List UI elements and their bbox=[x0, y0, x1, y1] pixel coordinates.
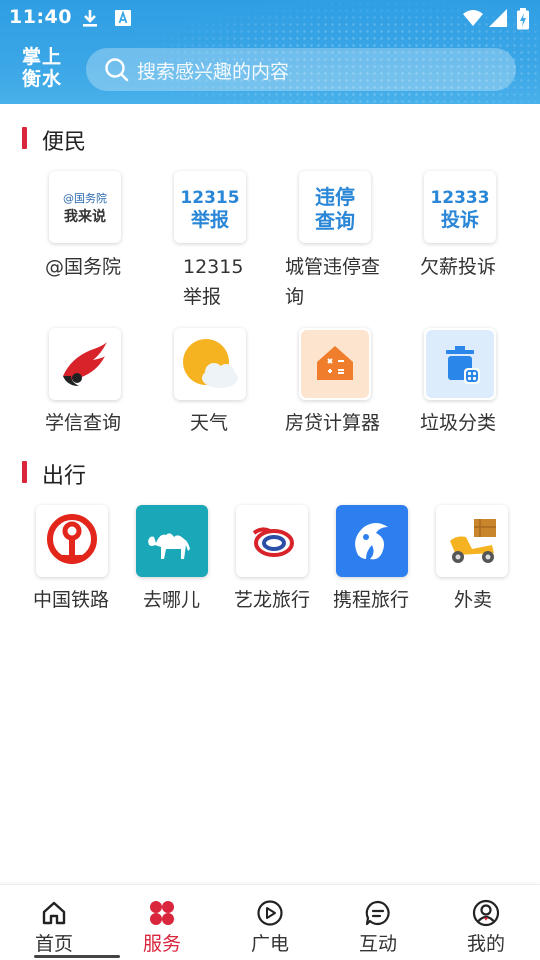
wage-complaint-tile[interactable]: 12333 投诉 bbox=[424, 171, 496, 243]
ctrip-dolphin-icon bbox=[336, 505, 408, 577]
svg-text:投诉: 投诉 bbox=[441, 208, 479, 231]
download-icon bbox=[83, 10, 97, 27]
wage-complaint-label[interactable]: 欠薪投诉 bbox=[420, 252, 496, 282]
app-header: 11:40 掌上 衡水 搜索感兴趣的内容 bbox=[0, 0, 540, 104]
home-indicator-bar bbox=[34, 955, 120, 958]
elong-tile[interactable] bbox=[236, 505, 308, 577]
parking-violation-tile[interactable]: 违停 查询 bbox=[299, 171, 371, 243]
garbage-sorting-label[interactable]: 垃圾分类 bbox=[420, 408, 496, 438]
svg-text:@国务院: @国务院 bbox=[63, 191, 107, 205]
section-accent-bar bbox=[22, 127, 27, 149]
china-railway-label[interactable]: 中国铁路 bbox=[33, 585, 109, 615]
guowuyuan-tile[interactable]: @国务院 我来说 bbox=[49, 171, 121, 243]
nav-broadcast[interactable]: 广电 bbox=[216, 885, 324, 960]
nav-home[interactable]: 首页 bbox=[0, 885, 108, 960]
china-railway-tile[interactable] bbox=[36, 505, 108, 577]
food-delivery-label[interactable]: 外卖 bbox=[454, 585, 492, 615]
xuexin-label[interactable]: 学信查询 bbox=[45, 408, 121, 438]
report-12315-icon: 12315 举报 bbox=[180, 188, 239, 231]
home-icon bbox=[42, 901, 66, 925]
mortgage-calculator-label[interactable]: 房贷计算器 bbox=[285, 408, 380, 438]
guowuyuan-label[interactable]: @国务院 bbox=[45, 252, 121, 282]
xuexin-tile[interactable] bbox=[49, 328, 121, 400]
user-circle-icon bbox=[472, 899, 500, 927]
play-circle-icon bbox=[257, 900, 283, 926]
keyboard-a-icon bbox=[115, 10, 131, 26]
parking-violation-label[interactable]: 城管违停查 询 bbox=[285, 252, 380, 312]
nav-interact[interactable]: 互动 bbox=[324, 885, 432, 960]
services-grid-icon bbox=[150, 901, 174, 925]
house-calculator-icon bbox=[301, 330, 369, 398]
report-12315-label[interactable]: 12315 举报 bbox=[183, 252, 243, 312]
mortgage-calculator-tile[interactable] bbox=[299, 328, 371, 400]
wage-complaint-icon: 12333 投诉 bbox=[430, 188, 489, 231]
qunar-label[interactable]: 去哪儿 bbox=[143, 585, 200, 615]
signal-icon bbox=[489, 9, 507, 27]
china-railway-logo-icon bbox=[47, 514, 97, 564]
weather-tile[interactable] bbox=[174, 328, 246, 400]
nav-services[interactable]: 服务 bbox=[108, 885, 216, 960]
section-accent-bar bbox=[22, 461, 27, 483]
svg-text:我来说: 我来说 bbox=[64, 208, 106, 225]
search-bar[interactable]: 搜索感兴趣的内容 bbox=[86, 48, 516, 91]
bottom-navigation: 首页 服务 广电 互动 我的 bbox=[0, 884, 540, 960]
svg-text:12333: 12333 bbox=[430, 188, 489, 208]
svg-text:举报: 举报 bbox=[190, 208, 229, 231]
xuexin-logo-icon bbox=[63, 342, 107, 386]
food-delivery-tile[interactable] bbox=[436, 505, 508, 577]
parking-violation-icon: 违停 查询 bbox=[315, 185, 355, 233]
weather-sun-cloud-icon bbox=[183, 339, 238, 388]
logo-line-2: 衡水 bbox=[22, 68, 63, 90]
elong-label[interactable]: 艺龙旅行 bbox=[234, 585, 310, 615]
qunar-tile[interactable] bbox=[136, 505, 208, 577]
delivery-scooter-icon bbox=[450, 519, 496, 563]
app-logo[interactable]: 掌上 衡水 bbox=[22, 46, 72, 90]
report-12315-tile[interactable]: 12315 举报 bbox=[174, 171, 246, 243]
wifi-icon bbox=[463, 10, 483, 26]
status-bar: 11:40 bbox=[0, 0, 540, 36]
svg-text:查询: 查询 bbox=[315, 209, 355, 233]
nav-mine[interactable]: 我的 bbox=[432, 885, 540, 960]
elong-dragon-icon bbox=[252, 527, 294, 557]
chat-bubble-icon bbox=[365, 900, 390, 926]
trash-bin-icon bbox=[426, 330, 494, 398]
battery-charging-icon bbox=[517, 8, 529, 30]
guowuyuan-icon: @国务院 我来说 bbox=[63, 191, 107, 225]
search-icon bbox=[105, 58, 129, 82]
ctrip-tile[interactable] bbox=[336, 505, 408, 577]
ctrip-label[interactable]: 携程旅行 bbox=[333, 585, 409, 615]
qunar-camel-icon bbox=[136, 505, 208, 577]
garbage-sorting-tile[interactable] bbox=[424, 328, 496, 400]
search-placeholder: 搜索感兴趣的内容 bbox=[137, 61, 290, 83]
weather-label[interactable]: 天气 bbox=[190, 408, 228, 438]
logo-line-1: 掌上 bbox=[22, 46, 63, 68]
svg-text:违停: 违停 bbox=[315, 185, 355, 209]
status-time: 11:40 bbox=[9, 6, 72, 28]
svg-text:12315: 12315 bbox=[180, 188, 239, 208]
